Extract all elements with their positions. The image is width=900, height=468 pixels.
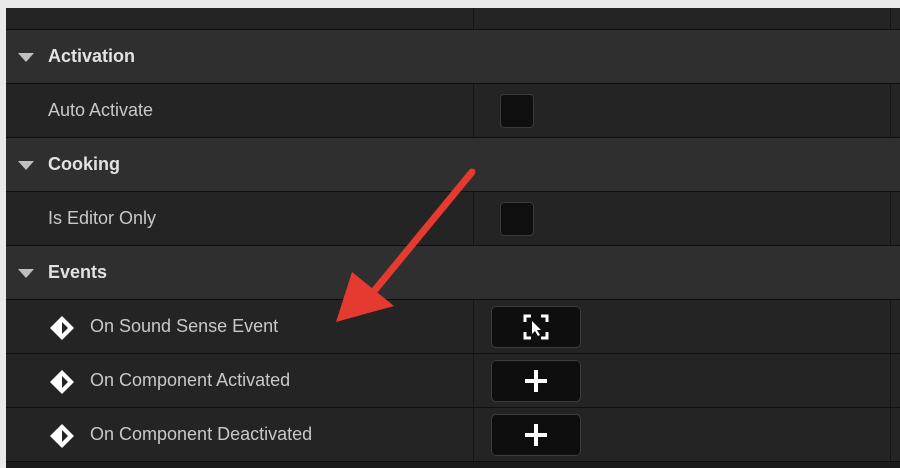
column-divider — [890, 192, 891, 245]
column-divider — [890, 8, 891, 29]
column-divider — [473, 192, 474, 245]
expand-arrow-icon[interactable] — [18, 160, 34, 170]
column-divider — [473, 408, 474, 461]
column-divider — [890, 354, 891, 407]
expand-arrow-icon[interactable] — [18, 52, 34, 62]
add-event-button[interactable] — [491, 359, 581, 402]
category-label: Activation — [48, 46, 136, 66]
expand-arrow-icon[interactable] — [18, 268, 34, 278]
category-cooking[interactable]: Cooking — [6, 138, 900, 192]
event-row-on-sound-sense: On Sound Sense Event — [6, 300, 900, 354]
column-divider — [890, 300, 891, 353]
event-label: On Sound Sense Event — [90, 316, 279, 336]
event-label: On Component Deactivated — [90, 424, 313, 444]
auto-activate-checkbox[interactable] — [500, 93, 534, 128]
column-divider — [473, 8, 474, 29]
event-diamond-icon — [50, 315, 74, 340]
details-panel: Activation Auto Activate Cooking Is Edit… — [6, 8, 900, 468]
select-bind-icon — [523, 314, 549, 339]
column-divider — [473, 84, 474, 137]
property-label: Auto Activate — [48, 100, 154, 120]
category-label: Cooking — [48, 154, 120, 174]
column-divider — [473, 300, 474, 353]
is-editor-only-checkbox[interactable] — [500, 201, 534, 236]
plus-icon — [525, 423, 547, 446]
event-row-on-component-activated: On Component Activated — [6, 354, 900, 408]
add-event-button[interactable] — [491, 413, 581, 456]
event-diamond-icon — [50, 369, 74, 394]
category-label: Events — [48, 262, 108, 282]
event-diamond-icon — [50, 423, 74, 448]
column-divider — [890, 84, 891, 137]
property-row-auto-activate: Auto Activate — [6, 84, 900, 138]
bind-event-button[interactable] — [491, 305, 581, 348]
property-row-is-editor-only: Is Editor Only — [6, 192, 900, 246]
column-divider — [890, 408, 891, 461]
plus-icon — [525, 369, 547, 392]
partial-property-row — [6, 8, 900, 30]
category-events[interactable]: Events — [6, 246, 900, 300]
property-label: Is Editor Only — [48, 208, 157, 228]
column-divider — [473, 354, 474, 407]
event-label: On Component Activated — [90, 370, 291, 390]
category-activation[interactable]: Activation — [6, 30, 900, 84]
event-row-on-component-deactivated: On Component Deactivated — [6, 408, 900, 462]
